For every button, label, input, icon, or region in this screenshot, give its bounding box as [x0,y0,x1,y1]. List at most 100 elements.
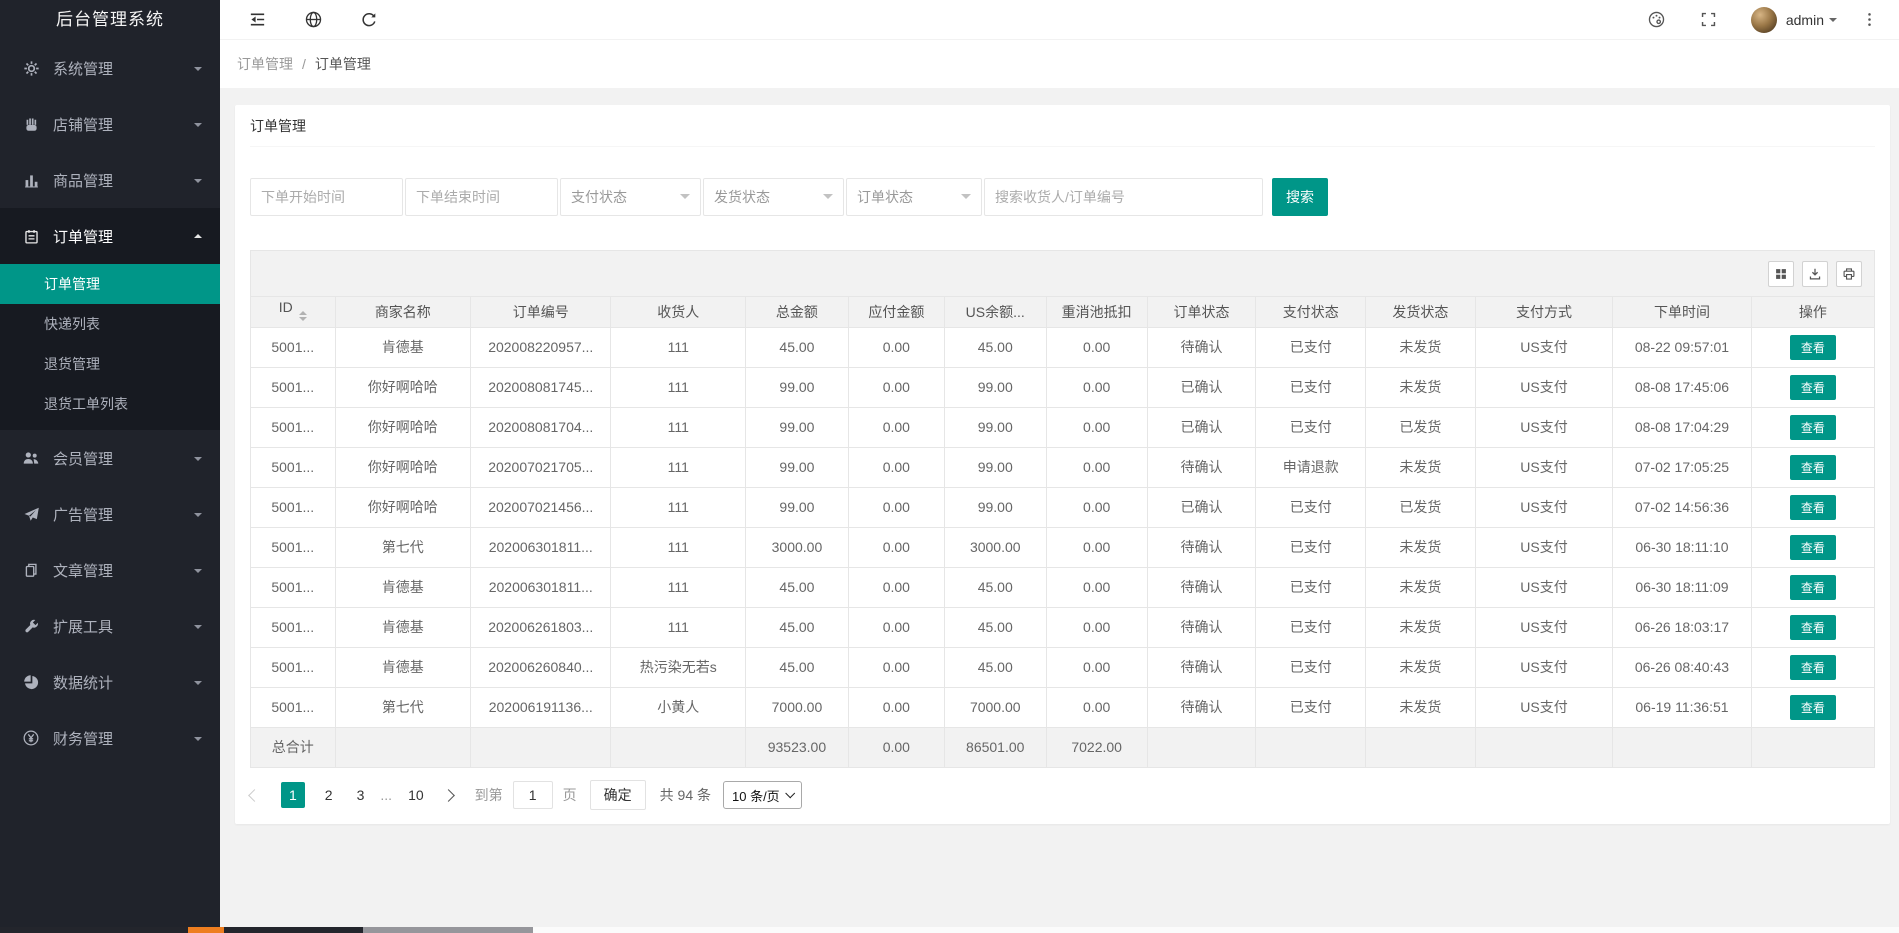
sidebar-item-1[interactable]: 店铺管理 [0,96,220,152]
view-button[interactable]: 查看 [1790,655,1836,680]
sidebar-subitem-3-2[interactable]: 退货管理 [0,344,220,384]
chevron-down-icon [194,681,202,689]
search-input[interactable] [984,178,1263,216]
table-cell: 肯德基 [335,647,471,687]
sidebar-group-6: 文章管理 [0,542,220,598]
table-total-row: 总合计93523.000.0086501.007022.00 [251,727,1874,767]
page-button-3[interactable]: 3 [353,782,369,808]
view-button[interactable]: 查看 [1790,575,1836,600]
view-button[interactable]: 查看 [1790,415,1836,440]
avatar[interactable] [1751,7,1777,33]
table-cell: 已确认 [1147,487,1256,527]
table-cell: 0.00 [848,487,944,527]
per-page-select[interactable]: 10 条/页 [723,781,802,809]
view-button[interactable]: 查看 [1790,615,1836,640]
table-cell: 202008220957... [471,327,611,367]
fullscreen-icon[interactable] [1697,8,1721,32]
table-row-8: 5001...肯德基202006260840...热污染无若s45.000.00… [251,647,1874,687]
confirm-page-button[interactable]: 确定 [590,780,646,810]
total-cell [1613,727,1751,767]
table-cell: 0.00 [848,567,944,607]
sidebar-item-label: 会员管理 [53,448,194,469]
table-cell: 08-08 17:04:29 [1613,407,1751,447]
sidebar-item-2[interactable]: 商品管理 [0,152,220,208]
table-cell: 5001... [251,567,335,607]
table-cell: 111 [611,607,746,647]
sidebar-item-8[interactable]: 数据统计 [0,654,220,710]
view-button[interactable]: 查看 [1790,495,1836,520]
refresh-icon[interactable] [357,8,381,32]
view-button[interactable]: 查看 [1790,535,1836,560]
bottom-scrollbar [0,927,1899,933]
sidebar-item-5[interactable]: 广告管理 [0,486,220,542]
order-start-time-input[interactable] [250,178,403,216]
table-cell: 45.00 [745,327,848,367]
view-button[interactable]: 查看 [1790,455,1836,480]
globe-icon[interactable] [301,8,325,32]
search-button[interactable]: 搜索 [1272,178,1328,216]
menu-collapse-icon[interactable] [245,8,269,32]
sidebar-item-9[interactable]: 财务管理 [0,710,220,766]
chevron-down-icon[interactable] [1829,18,1837,26]
chevron-down-icon [194,457,202,465]
sidebar-subitem-3-1[interactable]: 快递列表 [0,304,220,344]
chevron-down-icon [194,737,202,745]
chevron-down-icon [785,788,795,798]
user-menu[interactable]: admin [1786,12,1824,28]
table-cell: 45.00 [745,567,848,607]
sidebar-subitem-3-3[interactable]: 退货工单列表 [0,384,220,424]
table-cell: 06-26 08:40:43 [1613,647,1751,687]
table-row-2: 5001...你好啊哈哈202008081704...11199.000.009… [251,407,1874,447]
grid-columns-icon[interactable] [1768,261,1794,287]
pay-status-select[interactable]: 支付状态 [560,178,701,216]
table-cell: 5001... [251,527,335,567]
print-icon[interactable] [1836,261,1862,287]
table-cell: 已支付 [1256,607,1366,647]
next-page-button[interactable] [442,789,455,802]
order-end-time-input[interactable] [405,178,558,216]
table-cell: 7000.00 [944,687,1046,727]
sort-icon[interactable] [299,307,307,325]
sidebar-item-3[interactable]: 订单管理 [0,208,220,264]
breadcrumb-item[interactable]: 订单管理 [237,54,293,74]
column-header-0[interactable]: ID [251,297,335,327]
theme-palette-icon[interactable] [1645,8,1669,32]
order-status-select[interactable]: 订单状态 [846,178,982,216]
ship-status-select[interactable]: 发货状态 [703,178,844,216]
total-cell: 0.00 [848,727,944,767]
column-header-1: 商家名称 [335,297,471,327]
view-button[interactable]: 查看 [1790,695,1836,720]
more-vertical-icon[interactable] [1857,8,1881,32]
scrollbar-dark-segment [0,927,188,933]
total-cell [1751,727,1874,767]
sidebar-item-label: 财务管理 [53,728,194,749]
goto-page-input[interactable] [513,781,553,809]
column-header-label: US余额... [966,304,1025,320]
page-button-2[interactable]: 2 [321,782,337,808]
view-button[interactable]: 查看 [1790,335,1836,360]
table-cell: 5001... [251,607,335,647]
page-button-10[interactable]: 10 [404,782,428,808]
sidebar-subitem-3-0[interactable]: 订单管理 [0,264,220,304]
table-cell: 45.00 [944,567,1046,607]
sidebar: 后台管理系统 系统管理店铺管理商品管理订单管理订单管理快递列表退货管理退货工单列… [0,0,220,933]
table-row-4: 5001...你好啊哈哈202007021456...11199.000.009… [251,487,1874,527]
scrollbar-track[interactable] [533,927,1899,933]
table-cell: 已支付 [1256,367,1366,407]
sidebar-item-7[interactable]: 扩展工具 [0,598,220,654]
sidebar-item-6[interactable]: 文章管理 [0,542,220,598]
column-header-4: 总金额 [745,297,848,327]
export-icon[interactable] [1802,261,1828,287]
sidebar-item-0[interactable]: 系统管理 [0,40,220,96]
prev-page-button[interactable] [248,789,261,802]
column-header-label: 重消池抵扣 [1062,304,1132,320]
sidebar-item-4[interactable]: 会员管理 [0,430,220,486]
table-cell: 99.00 [944,407,1046,447]
page-ellipsis: ... [380,787,392,803]
page-button-1[interactable]: 1 [281,782,305,808]
view-button[interactable]: 查看 [1790,375,1836,400]
chevron-down-icon [194,625,202,633]
chevron-down-icon [194,569,202,577]
ship-status-select-value: 发货状态 [714,187,770,207]
scrollbar-thumb[interactable] [363,927,533,933]
